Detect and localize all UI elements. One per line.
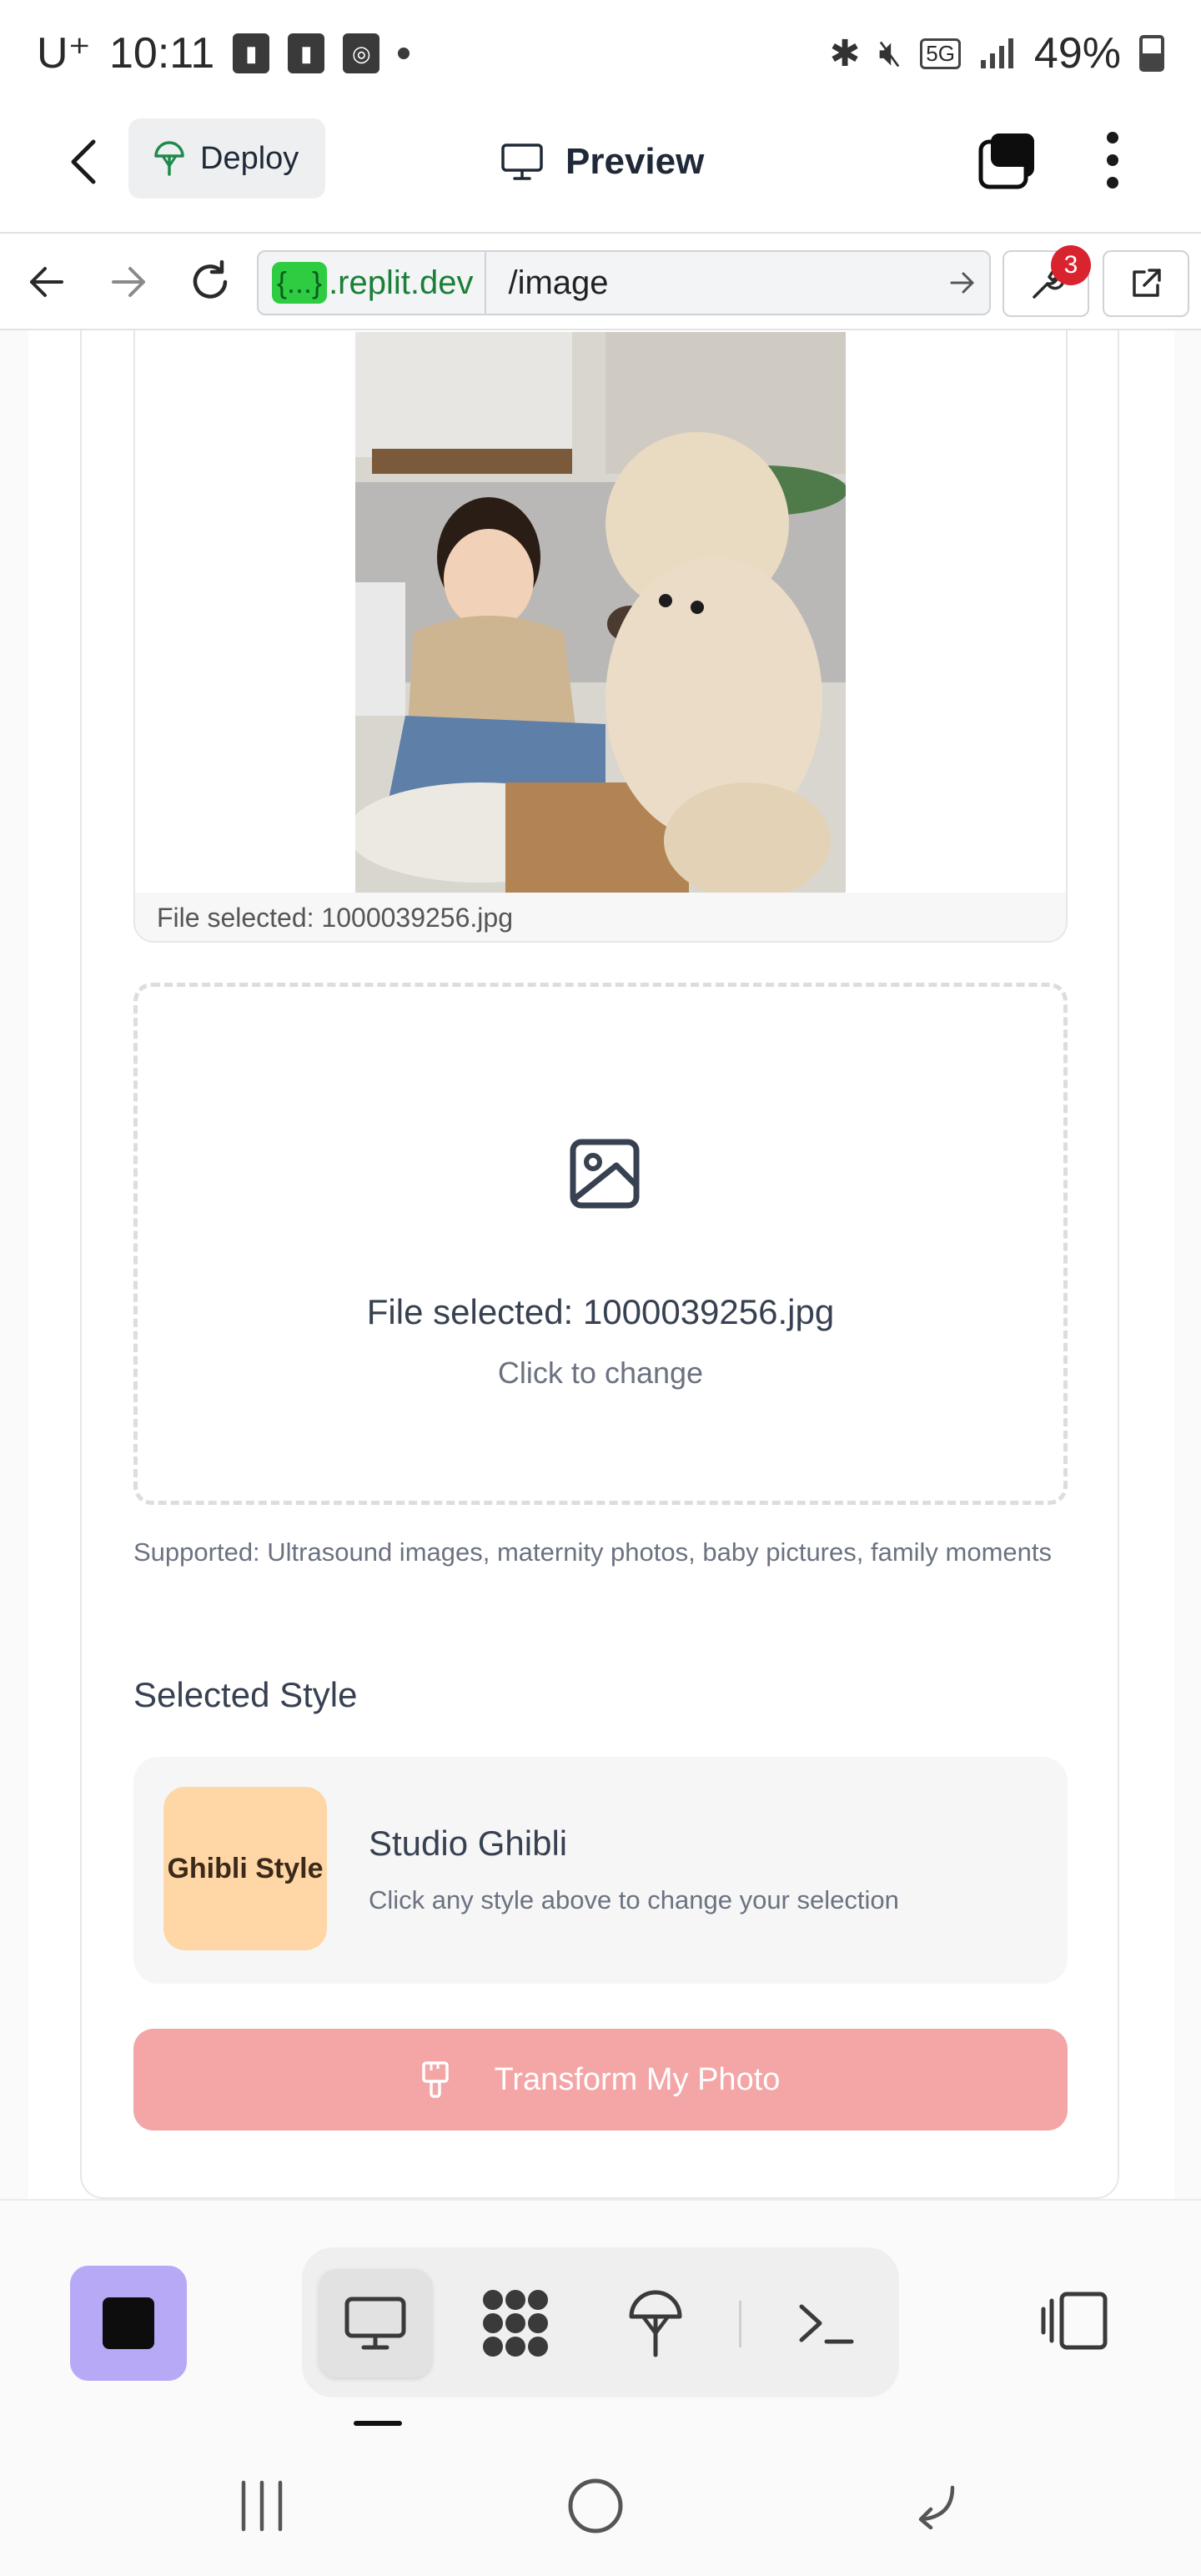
tool-shell[interactable]: [769, 2269, 882, 2377]
monitor-icon: [344, 2297, 406, 2350]
chevron-left-icon: [71, 139, 96, 184]
system-navigation-bar: [0, 2433, 1201, 2576]
image-preview: File selected: 1000039256.jpg: [133, 330, 1068, 943]
dropzone-title: File selected: 1000039256.jpg: [366, 1292, 835, 1331]
style-thumbnail: Ghibli Style: [163, 1787, 327, 1950]
more-dot-icon: [1107, 177, 1118, 189]
more-options-button[interactable]: [1094, 128, 1131, 192]
browser-back-button[interactable]: [20, 255, 73, 309]
back-nav-button[interactable]: [892, 2466, 972, 2546]
tool-separator: [739, 2301, 741, 2347]
transform-button-label: Transform My Photo: [494, 2061, 781, 2097]
home-button[interactable]: [555, 2466, 636, 2546]
workspace-toolbar: [0, 2199, 1201, 2433]
deploy-icon: [629, 2290, 682, 2357]
panel-icon: [1041, 2292, 1108, 2350]
reload-icon: [193, 260, 228, 299]
app-header: Deploy Preview: [0, 107, 1201, 234]
carrier-label: U⁺: [37, 29, 91, 78]
battery-percent: 49%: [1033, 29, 1121, 78]
tool-preview[interactable]: [319, 2269, 432, 2377]
url-toolbar: {...} .replit.dev /image 3: [0, 235, 1201, 330]
bluetooth-icon: ✱: [829, 33, 861, 74]
network-type-icon: 5G: [920, 38, 961, 69]
mute-icon: 🔇︎: [878, 33, 902, 73]
selected-style-heading: Selected Style: [133, 1675, 358, 1714]
url-host: {...} .replit.dev: [259, 252, 487, 314]
voicemail-icon: ◎: [343, 33, 380, 73]
status-right: ✱ 🔇︎ 5G 49%: [830, 28, 1164, 78]
dropzone-subtitle: Click to change: [497, 1356, 704, 1390]
url-go-button[interactable]: [936, 252, 989, 314]
stop-button[interactable]: [70, 2266, 187, 2381]
monitor-icon: [501, 143, 543, 180]
battery-icon: [1139, 35, 1164, 72]
devtools-button[interactable]: 3: [1003, 245, 1091, 317]
signal-icon: [980, 38, 1013, 68]
clock: 10:11: [109, 29, 215, 78]
upload-card: File selected: 1000039256.jpg File selec…: [80, 330, 1119, 2199]
external-link-icon: [1133, 269, 1161, 297]
image-icon: [570, 1139, 640, 1209]
uploaded-photo: [355, 332, 846, 893]
preview-title-text: Preview: [565, 141, 705, 182]
selected-style-card: Ghibli Style Studio Ghibli Click any sty…: [133, 1757, 1068, 1984]
reload-button[interactable]: [183, 255, 237, 309]
photo-caption: File selected: 1000039256.jpg: [157, 903, 513, 933]
page-body: File selected: 1000039256.jpg File selec…: [28, 330, 1174, 2199]
style-hint: Click any style above to change your sel…: [369, 1885, 899, 1914]
url-field[interactable]: {...} .replit.dev /image: [257, 250, 991, 315]
url-host-text: .replit.dev: [329, 264, 474, 301]
tool-deployments[interactable]: [599, 2269, 712, 2377]
style-name: Studio Ghibli: [369, 1824, 568, 1863]
browser-forward-button[interactable]: [102, 255, 155, 309]
tool-switcher: [302, 2247, 899, 2397]
deploy-label: Deploy: [200, 140, 299, 176]
audio-recorder-icon: ▮: [233, 33, 270, 73]
panel-toggle-button[interactable]: [1034, 2281, 1114, 2361]
back-button[interactable]: [53, 132, 113, 192]
agent-icon: [483, 2290, 548, 2357]
back-icon: [918, 2485, 955, 2529]
deploy-button[interactable]: Deploy: [128, 118, 325, 199]
active-tool-indicator: [354, 2421, 402, 2426]
supported-formats-text: Supported: Ultrasound images, maternity …: [133, 1537, 1053, 1567]
url-path[interactable]: /image: [486, 264, 936, 302]
battery-level: [1143, 53, 1161, 68]
more-dot-icon: [1107, 154, 1118, 166]
tool-agent[interactable]: [459, 2269, 572, 2377]
more-dot-icon: [1107, 132, 1118, 143]
preview-viewport[interactable]: File selected: 1000039256.jpg File selec…: [0, 330, 1201, 2199]
audio-recorder-icon-2: ▮: [288, 33, 325, 73]
deploy-icon: [154, 141, 184, 176]
notification-badge: 3: [1051, 245, 1091, 285]
tabs-button[interactable]: [976, 128, 1039, 192]
paintbrush-icon: [421, 2061, 449, 2098]
tabs-icon: [978, 133, 1034, 189]
arrow-right-icon: [112, 267, 145, 297]
arrow-left-icon: [30, 267, 63, 297]
home-icon: [568, 2478, 623, 2533]
photo-caption-bar: File selected: 1000039256.jpg: [135, 893, 1066, 941]
replit-mobile-preview: U⁺ 10:11 ▮ ▮ ◎ ✱ 🔇︎ 5G 49% Deploy Previe…: [0, 0, 1201, 2576]
url-host-badge: {...}: [272, 262, 328, 304]
transform-photo-button[interactable]: Transform My Photo: [133, 2029, 1068, 2131]
stop-icon: [103, 2297, 154, 2349]
photo-image: [355, 332, 846, 893]
arrow-right-icon: [950, 272, 974, 294]
preview-title: Preview: [500, 132, 704, 192]
terminal-icon: [799, 2304, 854, 2344]
open-new-tab-button[interactable]: [1103, 250, 1189, 317]
status-bar: U⁺ 10:11 ▮ ▮ ◎ ✱ 🔇︎ 5G 49%: [0, 0, 1201, 107]
notification-dot-icon: [398, 48, 410, 59]
recent-apps-icon: [241, 2480, 283, 2532]
file-dropzone[interactable]: File selected: 1000039256.jpg Click to c…: [133, 983, 1068, 1505]
recent-apps-button[interactable]: [222, 2466, 302, 2546]
status-left: U⁺ 10:11 ▮ ▮ ◎: [37, 28, 410, 78]
